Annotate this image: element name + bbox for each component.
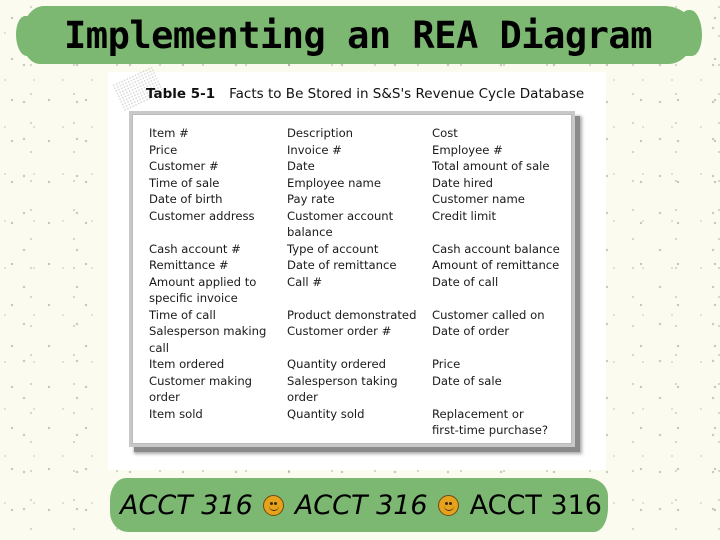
table-cell: Salesperson taking order <box>287 373 398 405</box>
table-caption-text: Facts to Be Stored in S&S's Revenue Cycl… <box>229 86 585 102</box>
table-cell: Amount applied to specific invoice <box>149 274 257 306</box>
table-cell: Time of sale <box>149 175 220 190</box>
table-cell: Date of call <box>432 274 499 289</box>
title-banner: Implementing an REA Diagram <box>16 6 702 64</box>
facts-table: Item # Description Cost Price Invoice # Emplo… <box>132 114 572 444</box>
footer-banner: ACCT 316 ACCT 316 ACCT 316 <box>110 478 608 532</box>
table-cell: Quantity sold <box>287 406 365 421</box>
table-cell: Customer # <box>149 159 219 173</box>
smiley-face-icon <box>438 494 460 516</box>
table-cell: Quantity ordered <box>287 357 386 371</box>
table-cell: Customer account balance <box>287 208 394 240</box>
table-cell: Remittance # <box>149 258 229 272</box>
table-cell: Time of call <box>149 307 216 322</box>
table-cell: Cash account balance <box>432 241 560 256</box>
footer-course-label: ACCT 316 <box>120 489 253 521</box>
table-cell: Product demonstrated <box>287 307 417 322</box>
table-cell: Item ordered <box>149 357 225 371</box>
table-cell: Date hired <box>432 175 493 190</box>
table-cell: Amount of remittance <box>432 258 560 272</box>
table-cell: Employee # <box>432 142 503 157</box>
table-cell: Credit limit <box>432 208 497 223</box>
table-image: Table 5-1 Facts to Be Stored in S&S's Rev… <box>108 66 606 470</box>
table-cell: Date of remittance <box>287 258 397 272</box>
table-cell: Salesperson making call <box>149 324 267 355</box>
facts-table-grid: Item # Description Cost Price Invoice # Emplo… <box>149 125 582 439</box>
table-cell: Price <box>432 357 461 371</box>
footer-course-label: ACCT 316 <box>469 489 602 521</box>
slide-title: Implementing an REA Diagram <box>64 13 652 57</box>
table-cell: Customer order # <box>287 324 392 338</box>
table-cell: Employee name <box>287 175 381 190</box>
table-cell: Description <box>287 126 354 140</box>
table-cell: Call # <box>287 274 323 289</box>
table-cell: Date <box>287 159 315 173</box>
table-cell: Customer name <box>432 192 525 206</box>
table-cell: Replacement or first-time purchase? <box>432 406 549 438</box>
table-cell: Date of birth <box>149 192 223 206</box>
table-cell: Customer called on <box>432 307 545 322</box>
table-cell: Date of sale <box>432 373 502 388</box>
table-cell: Date of order <box>432 324 510 338</box>
table-cell: Type of account <box>287 241 379 256</box>
table-cell: Cash account # <box>149 241 241 256</box>
table-cell: Pay rate <box>287 192 335 206</box>
table-caption: Table 5-1 Facts to Be Stored in S&S's Rev… <box>146 86 584 102</box>
table-cell: Customer address <box>149 208 255 223</box>
table-cell: Item # <box>149 126 189 140</box>
table-cell: Price <box>149 142 178 157</box>
table-cell: Invoice # <box>287 142 342 157</box>
table-label: Table 5-1 <box>146 86 216 102</box>
table-cell: Total amount of sale <box>432 159 550 173</box>
smiley-face-icon <box>263 494 285 516</box>
table-cell: Customer making order <box>149 373 253 405</box>
table-cell: Item sold <box>149 406 203 421</box>
table-cell: Cost <box>432 126 458 140</box>
footer-course-label: ACCT 316 <box>294 489 428 521</box>
